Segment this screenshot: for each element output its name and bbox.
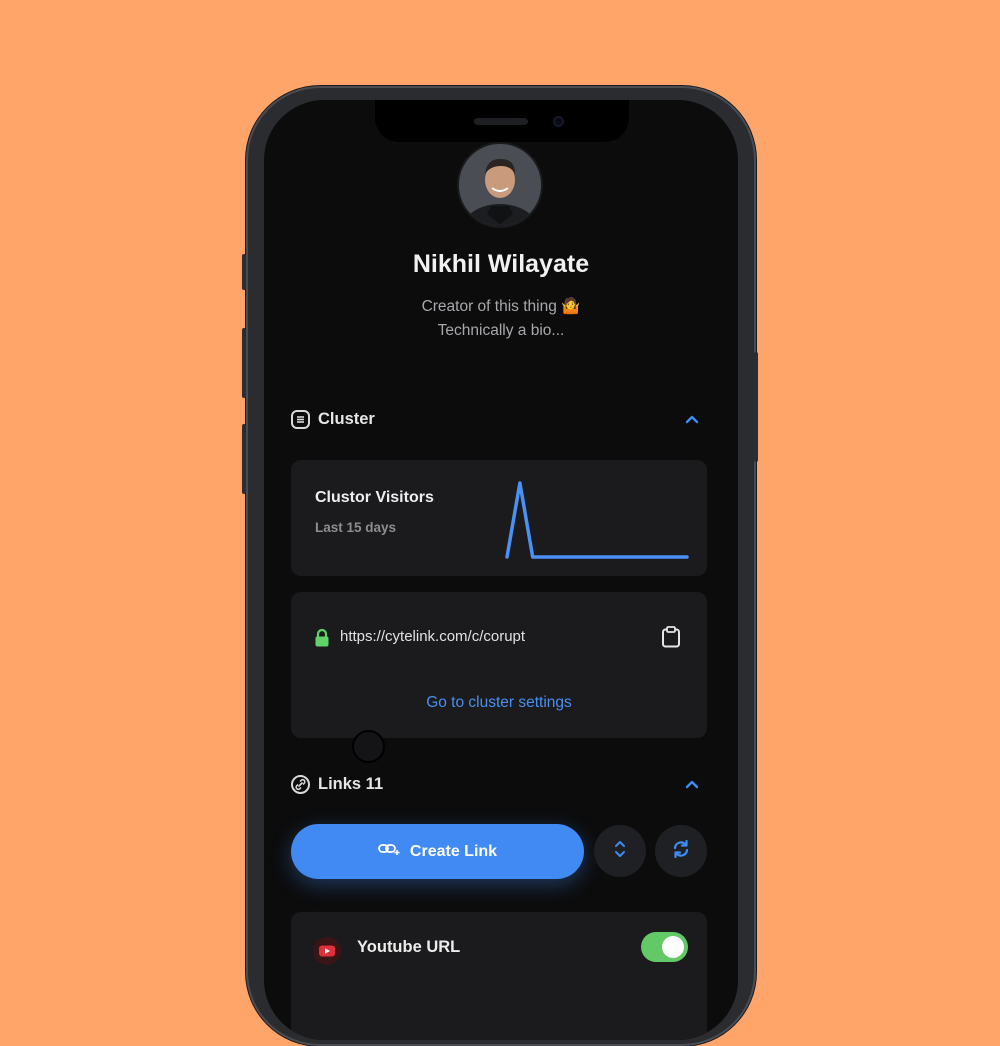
profile-name: Nikhil Wilayate (412, 250, 590, 278)
chevron-up-icon[interactable] (684, 412, 700, 428)
profile-bio-line-1: Creator of this thing 🤷 (421, 298, 581, 315)
links-heading: Links 11 (318, 775, 384, 793)
cluster-url-card: https://cytelink.com/c/corupt Go to clus… (291, 592, 707, 738)
create-link-button[interactable]: Create Link (291, 824, 584, 879)
cluster-settings-link[interactable]: Go to cluster settings (291, 694, 707, 712)
visitors-chart-card: Clustor Visitors Last 15 days (291, 460, 707, 576)
links-section-header[interactable]: Links 11 (291, 775, 383, 794)
chart-subtitle: Last 15 days (315, 520, 397, 535)
volume-down-button (242, 424, 246, 494)
link-enabled-toggle[interactable] (641, 932, 688, 962)
visitor-line-chart (505, 481, 689, 559)
profile-bio-line-2: Technically a bio... (437, 322, 565, 339)
speaker-grille (474, 118, 528, 125)
avatar[interactable] (459, 144, 541, 226)
visitor-series-line (505, 481, 689, 559)
link-icon (291, 775, 310, 794)
chart-title: Clustor Visitors (315, 489, 434, 506)
person-icon (459, 144, 541, 226)
sort-icon (613, 839, 627, 864)
sort-button[interactable] (594, 825, 646, 877)
add-link-icon (378, 842, 400, 861)
cluster-url[interactable]: https://cytelink.com/c/corupt (340, 628, 525, 645)
power-button (754, 352, 758, 462)
refresh-icon (671, 839, 691, 864)
toggle-knob (662, 936, 684, 958)
create-link-label: Create Link (409, 842, 498, 860)
refresh-button[interactable] (655, 825, 707, 877)
volume-up-button (242, 328, 246, 398)
link-item-label: Youtube URL (357, 938, 461, 956)
clipboard-icon[interactable] (661, 626, 681, 653)
youtube-icon (313, 937, 341, 970)
cluster-heading: Cluster (318, 410, 375, 428)
silent-switch (242, 254, 246, 290)
lock-icon (314, 628, 330, 653)
front-camera (553, 116, 564, 127)
list-icon (291, 410, 310, 429)
link-item-youtube[interactable]: Youtube URL (291, 912, 707, 1040)
notch (375, 100, 629, 142)
chevron-up-icon[interactable] (684, 777, 700, 793)
cluster-section-header[interactable]: Cluster (291, 410, 375, 429)
touch-indicator (352, 730, 385, 763)
phone-screen: Nikhil Wilayate Creator of this thing 🤷 … (264, 100, 738, 1040)
